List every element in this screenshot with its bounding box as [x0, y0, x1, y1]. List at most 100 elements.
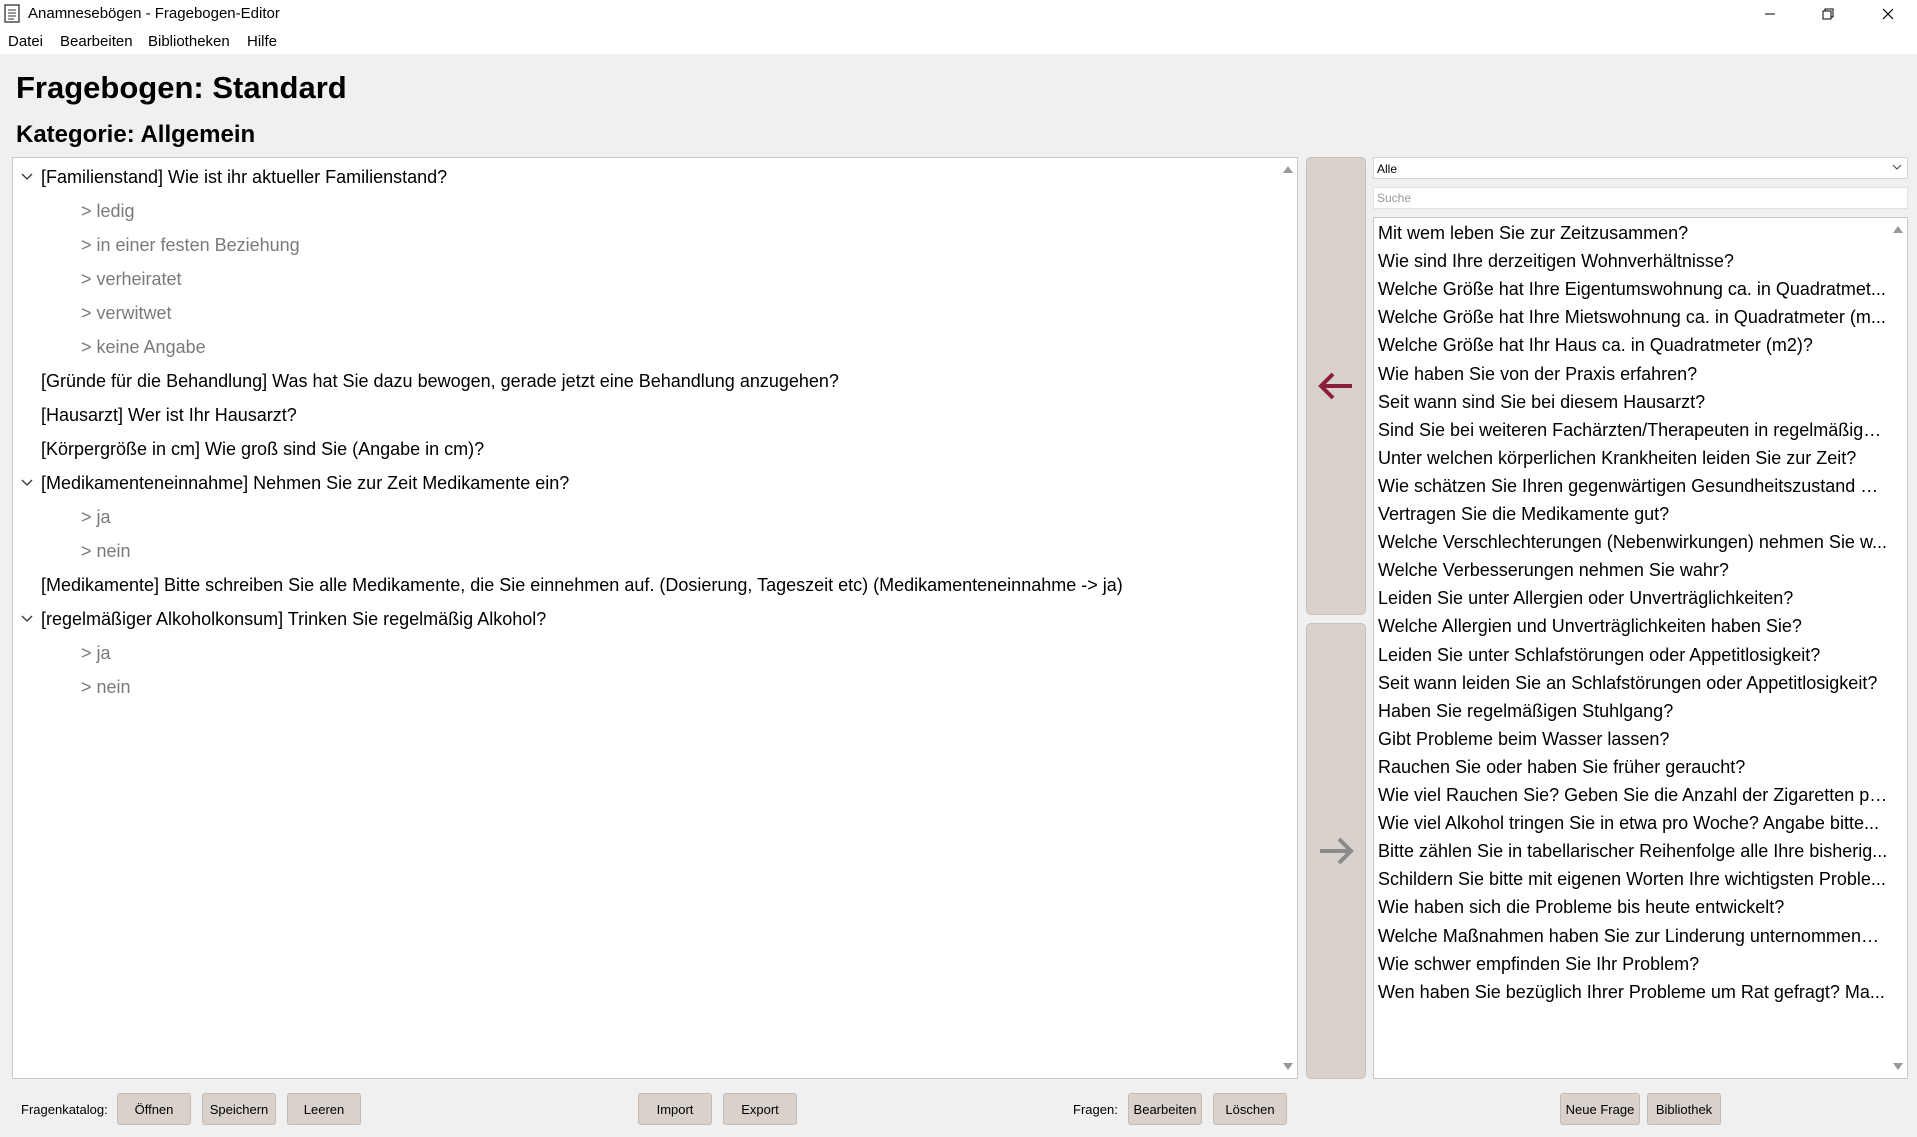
- tree-question-item[interactable]: [regelmäßiger Alkoholkonsum] Trinken Sie…: [21, 602, 547, 636]
- new-question-button[interactable]: Neue Frage: [1560, 1093, 1640, 1125]
- library-question-item[interactable]: Welche Maßnahmen haben Sie zur Linderung…: [1378, 922, 1888, 950]
- clear-catalog-button[interactable]: Leeren: [287, 1093, 361, 1125]
- document-icon: [4, 4, 20, 23]
- tree-answer-option[interactable]: > ja: [81, 500, 111, 534]
- open-catalog-button[interactable]: Öffnen: [117, 1093, 191, 1125]
- tree-question-item[interactable]: [Hausarzt] Wer ist Ihr Hausarzt?: [41, 398, 297, 432]
- library-question-item[interactable]: Welche Allergien und Unverträglichkeiten…: [1378, 612, 1888, 640]
- library-question-item[interactable]: Wie schwer empfinden Sie Ihr Problem?: [1378, 950, 1888, 978]
- category-title: Kategorie: Allgemein: [16, 121, 256, 148]
- tree-item-text: > nein: [81, 540, 131, 561]
- library-button[interactable]: Bibliothek: [1647, 1093, 1721, 1125]
- restore-button[interactable]: [1799, 0, 1857, 28]
- scroll-up-icon[interactable]: [1893, 226, 1903, 233]
- close-button[interactable]: [1859, 0, 1917, 28]
- tree-question-item[interactable]: [Medikamenteneinnahme] Nehmen Sie zur Ze…: [21, 466, 569, 500]
- close-icon: [1882, 8, 1894, 20]
- library-question-item[interactable]: Welche Größe hat Ihre Eigentumswohnung c…: [1378, 275, 1888, 303]
- save-catalog-button[interactable]: Speichern: [202, 1093, 276, 1125]
- library-question-item[interactable]: Seit wann sind Sie bei diesem Hausarzt?: [1378, 388, 1888, 416]
- menu-bibliotheken[interactable]: Bibliotheken: [148, 33, 230, 50]
- scroll-down-icon[interactable]: [1893, 1063, 1903, 1070]
- library-question-item[interactable]: Welche Verbesserungen nehmen Sie wahr?: [1378, 556, 1888, 584]
- tree-answer-option[interactable]: > verheiratet: [81, 262, 182, 296]
- library-question-item[interactable]: Schildern Sie bitte mit eigenen Worten I…: [1378, 865, 1888, 893]
- library-question-item[interactable]: Rauchen Sie oder haben Sie früher gerauc…: [1378, 753, 1888, 781]
- library-question-item[interactable]: Wen haben Sie bezüglich Ihrer Probleme u…: [1378, 978, 1888, 1006]
- export-button[interactable]: Export: [723, 1093, 797, 1125]
- library-question-item[interactable]: Wie haben Sie von der Praxis erfahren?: [1378, 360, 1888, 388]
- restore-icon: [1822, 8, 1834, 20]
- remove-from-questionnaire-button[interactable]: [1306, 623, 1366, 1079]
- tree-answer-option[interactable]: > verwitwet: [81, 296, 172, 330]
- menu-bar: Datei Bearbeiten Bibliotheken Hilfe: [0, 28, 1917, 54]
- question-library-list[interactable]: Mit wem leben Sie zur Zeitzusammen? Wie s…: [1373, 217, 1908, 1079]
- library-question-item[interactable]: Wie viel Alkohol tringen Sie in etwa pro…: [1378, 809, 1888, 837]
- library-question-item[interactable]: Wie sind Ihre derzeitigen Wohnverhältnis…: [1378, 247, 1888, 275]
- minimize-button[interactable]: [1741, 0, 1799, 28]
- tree-item-text: [Hausarzt] Wer ist Ihr Hausarzt?: [41, 404, 297, 425]
- questionnaire-tree[interactable]: [Familienstand] Wie ist ihr aktueller Fa…: [12, 157, 1298, 1079]
- library-question-item[interactable]: Mit wem leben Sie zur Zeitzusammen?: [1378, 219, 1888, 247]
- edit-question-button[interactable]: Bearbeiten: [1128, 1093, 1202, 1125]
- menu-datei[interactable]: Datei: [8, 33, 43, 50]
- library-question-item[interactable]: Wie viel Rauchen Sie? Geben Sie die Anza…: [1378, 781, 1888, 809]
- import-button[interactable]: Import: [638, 1093, 712, 1125]
- tree-item-text: > keine Angabe: [81, 336, 206, 357]
- library-question-item[interactable]: Unter welchen körperlichen Krankheiten l…: [1378, 444, 1888, 472]
- tree-item-text: > ja: [81, 506, 111, 527]
- library-question-item[interactable]: Leiden Sie unter Schlafstörungen oder Ap…: [1378, 641, 1888, 669]
- library-question-item[interactable]: Haben Sie regelmäßigen Stuhlgang?: [1378, 697, 1888, 725]
- chevron-down-icon[interactable]: [21, 477, 33, 489]
- chevron-down-icon[interactable]: [21, 171, 33, 183]
- tree-item-text: [Medikamente] Bitte schreiben Sie alle M…: [41, 574, 1123, 595]
- catalog-label: Fragenkatalog:: [21, 1102, 108, 1117]
- tree-answer-option[interactable]: > nein: [81, 670, 131, 704]
- tree-item-text: > verheiratet: [81, 268, 182, 289]
- library-question-item[interactable]: Seit wann leiden Sie an Schlafstörungen …: [1378, 669, 1888, 697]
- window-title: Anamnesebögen - Fragebogen-Editor: [28, 5, 280, 22]
- tree-item-text: > nein: [81, 676, 131, 697]
- tree-item-text: [regelmäßiger Alkoholkonsum] Trinken Sie…: [41, 608, 547, 629]
- tree-question-item[interactable]: [Körpergröße in cm] Wie groß sind Sie (A…: [41, 432, 484, 466]
- chevron-down-icon[interactable]: [21, 613, 33, 625]
- add-to-questionnaire-button[interactable]: [1306, 157, 1366, 615]
- tree-answer-option[interactable]: > ja: [81, 636, 111, 670]
- tree-question-item[interactable]: [Medikamente] Bitte schreiben Sie alle M…: [41, 568, 1123, 602]
- library-question-item[interactable]: Welche Verschlechterungen (Nebenwirkunge…: [1378, 528, 1888, 556]
- tree-item-text: [Körpergröße in cm] Wie groß sind Sie (A…: [41, 438, 485, 459]
- tree-item-text: [Familienstand] Wie ist ihr aktueller Fa…: [41, 166, 448, 187]
- delete-question-button[interactable]: Löschen: [1213, 1093, 1287, 1125]
- library-search-input[interactable]: [1373, 187, 1908, 209]
- scroll-down-icon[interactable]: [1283, 1063, 1293, 1070]
- filter-value: Alle: [1377, 162, 1398, 176]
- library-question-item[interactable]: Wie haben sich die Probleme bis heute en…: [1378, 893, 1888, 921]
- library-question-item[interactable]: Welche Größe hat Ihre Mietswohnung ca. i…: [1378, 303, 1888, 331]
- tree-answer-option[interactable]: > ledig: [81, 194, 135, 228]
- library-question-item[interactable]: Gibt Probleme beim Wasser lassen?: [1378, 725, 1888, 753]
- tree-answer-option[interactable]: > keine Angabe: [81, 330, 206, 364]
- library-scrollbar[interactable]: [1890, 218, 1907, 1078]
- minimize-icon: [1765, 13, 1775, 15]
- menu-hilfe[interactable]: Hilfe: [247, 33, 277, 50]
- menu-bearbeiten[interactable]: Bearbeiten: [60, 33, 133, 50]
- title-bar: Anamnesebögen - Fragebogen-Editor: [0, 0, 1917, 28]
- library-question-item[interactable]: Wie schätzen Sie Ihren gegenwärtigen Ges…: [1378, 472, 1888, 500]
- library-question-item[interactable]: Welche Größe hat Ihr Haus ca. in Quadrat…: [1378, 331, 1888, 359]
- category-filter-select[interactable]: Alle: [1373, 157, 1908, 179]
- tree-item-text: > verwitwet: [81, 302, 172, 323]
- library-question-item[interactable]: Vertragen Sie die Medikamente gut?: [1378, 500, 1888, 528]
- arrow-left-icon: [1318, 372, 1352, 400]
- tree-item-text: > ja: [81, 642, 111, 663]
- tree-answer-option[interactable]: > in einer festen Beziehung: [81, 228, 300, 262]
- tree-item-text: > ledig: [81, 200, 135, 221]
- library-question-item[interactable]: Sind Sie bei weiteren Fachärzten/Therape…: [1378, 416, 1888, 444]
- library-question-item[interactable]: Bitte zählen Sie in tabellarischer Reihe…: [1378, 837, 1888, 865]
- tree-question-item[interactable]: [Gründe für die Behandlung] Was hat Sie …: [41, 364, 839, 398]
- scroll-up-icon[interactable]: [1283, 166, 1293, 173]
- tree-question-item[interactable]: [Familienstand] Wie ist ihr aktueller Fa…: [21, 160, 448, 194]
- tree-item-text: > in einer festen Beziehung: [81, 234, 300, 255]
- library-question-item[interactable]: Leiden Sie unter Allergien oder Unverträ…: [1378, 584, 1888, 612]
- tree-answer-option[interactable]: > nein: [81, 534, 131, 568]
- tree-scrollbar[interactable]: [1280, 158, 1297, 1078]
